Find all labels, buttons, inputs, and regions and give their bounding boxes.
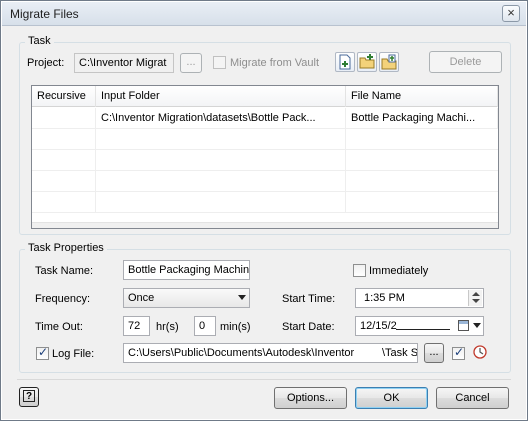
table-row-empty xyxy=(32,150,498,171)
start-time-value: 1:35 PM xyxy=(364,292,405,304)
immediately-checkbox[interactable] xyxy=(353,264,366,277)
start-time-spinner[interactable] xyxy=(468,290,482,306)
minutes-unit-label: min(s) xyxy=(220,321,251,333)
ok-button[interactable]: OK xyxy=(355,387,428,409)
log-file-option-checkbox[interactable] xyxy=(452,345,465,360)
log-file-path-suffix: \Task S xyxy=(382,347,418,359)
empty-cell xyxy=(32,129,96,150)
start-time-input[interactable]: 1:35 PM xyxy=(355,288,484,308)
empty-cell xyxy=(32,150,96,171)
time-out-label: Time Out: xyxy=(35,321,83,333)
add-folder-files-icon[interactable] xyxy=(379,52,399,72)
column-input-folder[interactable]: Input Folder xyxy=(96,86,346,107)
migrate-from-vault-label: Migrate from Vault xyxy=(230,57,320,69)
timeout-minutes-input[interactable]: 0 xyxy=(194,316,216,336)
task-name-input[interactable]: Bottle Packaging Machine xyxy=(123,260,250,280)
add-folder-icon[interactable] xyxy=(357,52,377,72)
add-file-icon[interactable] xyxy=(335,52,355,72)
chevron-down-icon[interactable] xyxy=(473,323,481,328)
timeout-hours-input[interactable]: 72 xyxy=(123,316,150,336)
table-row-empty xyxy=(32,171,498,192)
log-file-path-input[interactable]: C:\Users\Public\Documents\Autodesk\Inven… xyxy=(123,343,418,363)
table-horizontal-scrollbar[interactable] xyxy=(32,222,498,228)
window-title: Migrate Files xyxy=(10,7,79,21)
task-group-label: Task xyxy=(25,35,54,47)
project-field[interactable]: C:\Inventor Migrat xyxy=(74,53,174,73)
frequency-label: Frequency: xyxy=(35,293,91,305)
cell-recursive[interactable] xyxy=(32,108,96,129)
migrate-files-dialog: Migrate Files × Task Project: C:\Invento… xyxy=(0,0,528,421)
task-files-table[interactable]: Recursive Input Folder File Name C:\Inve… xyxy=(31,85,499,229)
help-button[interactable]: ? xyxy=(19,387,39,407)
table-row[interactable]: C:\Inventor Migration\datasets\Bottle Pa… xyxy=(32,108,498,129)
cell-file-name[interactable]: Bottle Packaging Machi... xyxy=(346,108,498,129)
migrate-from-vault-checkbox[interactable] xyxy=(213,56,226,69)
frequency-value: Once xyxy=(128,292,155,304)
task-name-label: Task Name: xyxy=(35,265,94,277)
delete-button[interactable]: Delete xyxy=(429,51,502,73)
immediately-label: Immediately xyxy=(369,265,429,277)
calendar-icon[interactable] xyxy=(458,320,469,331)
project-browse-button[interactable]: ... xyxy=(180,53,202,73)
spin-down-icon xyxy=(472,299,480,303)
empty-cell xyxy=(32,192,96,213)
project-label: Project: xyxy=(27,57,65,69)
spin-up-icon xyxy=(472,292,480,296)
hours-unit-label: hr(s) xyxy=(156,321,179,333)
log-file-browse-button[interactable]: ... xyxy=(424,343,444,363)
options-button[interactable]: Options... xyxy=(274,387,347,409)
start-date-value: 12/15/2 xyxy=(360,320,397,332)
title-bar[interactable]: Migrate Files × xyxy=(2,2,526,26)
table-row-empty xyxy=(32,129,498,150)
start-date-label: Start Date: xyxy=(282,321,335,333)
empty-cell xyxy=(96,171,346,192)
cell-input-folder[interactable]: C:\Inventor Migration\datasets\Bottle Pa… xyxy=(96,108,346,129)
frequency-select[interactable]: Once xyxy=(123,288,250,308)
column-recursive[interactable]: Recursive xyxy=(32,86,96,107)
start-time-label: Start Time: xyxy=(282,293,336,305)
chevron-down-icon xyxy=(238,295,246,300)
close-button[interactable]: × xyxy=(502,5,520,22)
footer-divider xyxy=(17,379,511,380)
table-row-empty xyxy=(32,192,498,213)
start-date-picker[interactable]: 12/15/2 xyxy=(355,316,484,336)
task-properties-group-label: Task Properties xyxy=(25,242,107,254)
empty-cell xyxy=(96,129,346,150)
column-file-name[interactable]: File Name xyxy=(346,86,498,107)
cancel-button[interactable]: Cancel xyxy=(436,387,509,409)
schedule-clock-icon[interactable] xyxy=(473,345,487,359)
log-file-path: C:\Users\Public\Documents\Autodesk\Inven… xyxy=(128,347,355,359)
empty-cell xyxy=(32,171,96,192)
start-date-underline xyxy=(396,329,450,330)
empty-cell xyxy=(96,150,346,171)
log-file-checkbox[interactable] xyxy=(36,345,49,360)
help-icon: ? xyxy=(23,390,35,402)
table-header: Recursive Input Folder File Name xyxy=(32,86,498,107)
log-file-label: Log File: xyxy=(52,348,95,360)
empty-cell xyxy=(96,192,346,213)
